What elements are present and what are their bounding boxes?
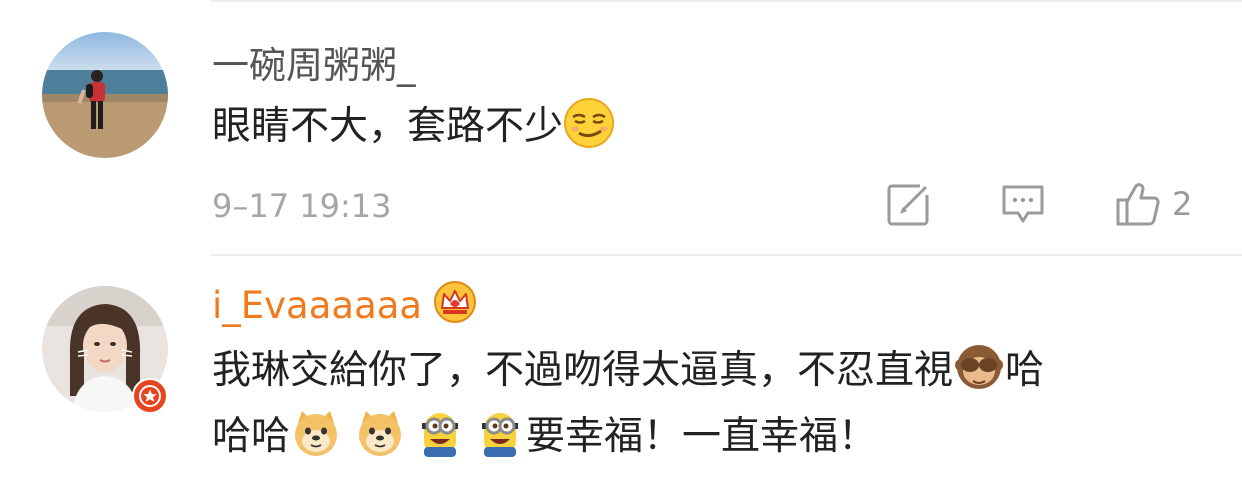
minion-emoji-icon [414,407,466,459]
comment-text-line-1: 我琳交給你了，不過吻得太逼真，不忍直視 哈 [212,338,1044,404]
comment-divider [210,254,1242,256]
edit-square-icon [887,184,929,226]
username[interactable]: 一碗周粥粥_ [212,44,416,88]
like-button[interactable]: 2 [1114,180,1192,228]
comment-text-tail: 要幸福！一直幸福！ [526,414,878,459]
comment-text-tail: 哈 [1005,348,1045,393]
comment-bubble-icon [1002,185,1044,223]
username[interactable]: i_Evaaaaaa [212,284,422,327]
beach-photo-avatar [42,32,168,158]
comment-text-body: 我琳交給你了，不過吻得太逼真，不忍直視 [212,348,954,393]
comment-text-head: 哈哈 [212,414,291,459]
username-row[interactable]: i_Evaaaaaa [212,280,478,328]
crown-badge-icon [432,280,478,324]
comment-text-body: 眼睛不大，套路不少 [212,104,564,149]
timestamp: 9–17 19:13 [212,187,392,225]
avatar[interactable] [42,32,168,158]
comment-text: 眼睛不大，套路不少 [212,94,615,160]
top-divider [210,0,1242,2]
smirk-emoji-icon [563,97,615,149]
minion-emoji-icon [474,407,526,459]
verified-star-badge-icon [132,378,168,414]
reply-button[interactable] [1000,180,1046,228]
see-no-evil-monkey-icon [953,341,1005,393]
doge-emoji-icon [290,407,342,459]
doge-emoji-icon [354,407,406,459]
verified-star-badge [132,378,168,414]
forward-button[interactable] [886,180,932,228]
thumbs-up-icon [1116,183,1160,226]
like-count: 2 [1172,185,1193,223]
comment-text-line-2: 哈哈 要幸福！一直幸福！ [212,404,877,470]
